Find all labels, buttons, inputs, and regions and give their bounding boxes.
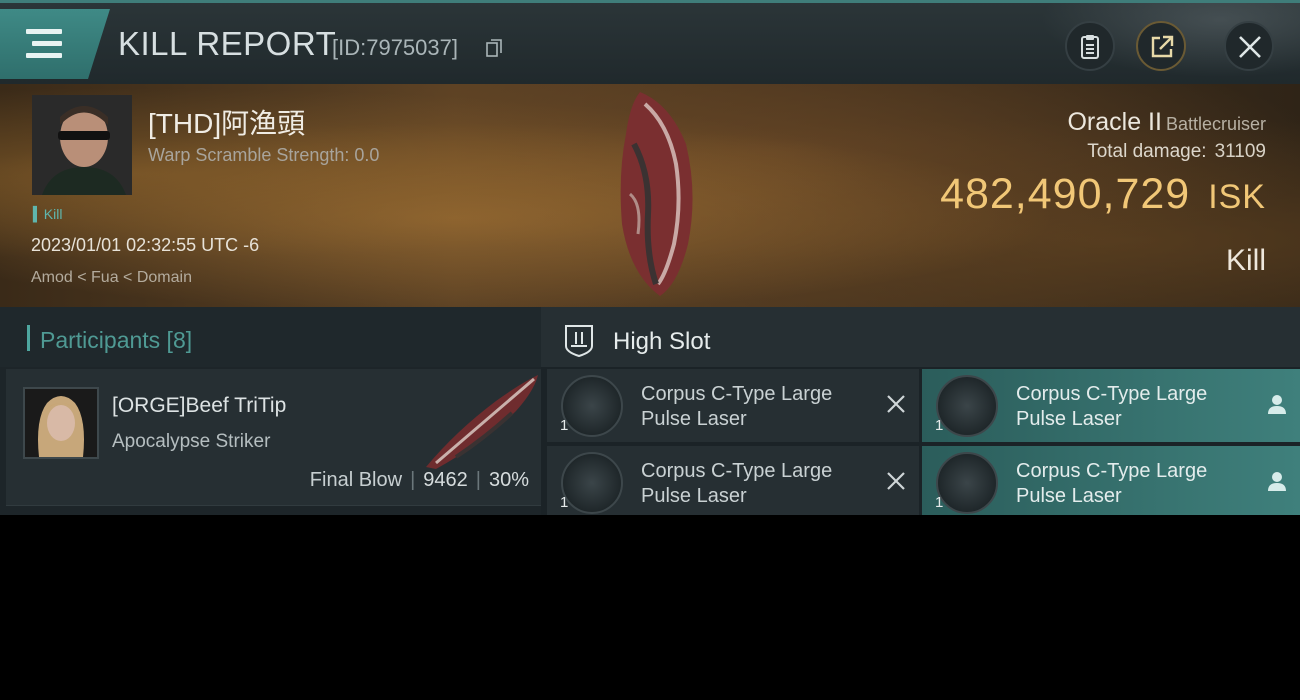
pulse-laser-icon (561, 452, 623, 514)
warp-scramble-strength: Warp Scramble Strength: 0.0 (148, 145, 380, 165)
participant-ship: Apocalypse Striker (112, 431, 271, 452)
share-icon (1151, 35, 1174, 58)
total-damage-label: Total damage: (1087, 141, 1207, 162)
close-icon (887, 472, 905, 490)
kill-location[interactable]: Amod < Fua < Domain (31, 269, 192, 287)
victim-portrait[interactable] (32, 95, 132, 195)
page-title: KILL REPORT (118, 25, 337, 62)
participant-ship-image (426, 375, 538, 469)
pulse-laser-icon (936, 452, 998, 514)
module-quantity: 1 (935, 494, 944, 511)
victim-ship-image (620, 92, 693, 296)
victim-pilot-name[interactable]: [THD]阿渔頭 (148, 102, 305, 142)
header-accent (27, 325, 30, 351)
final-blow-label: Final Blow (309, 469, 403, 491)
module-quantity: 1 (560, 417, 569, 434)
isk-unit: ISK (1208, 178, 1266, 216)
victim-ship[interactable]: Oracle II Battlecruiser (1067, 108, 1266, 137)
participants-header: Participants [8] (0, 307, 541, 367)
high-slot-panel: High Slot 1 Corpus C-Type Large Pulse La… (541, 307, 1300, 515)
hamburger-icon (26, 29, 62, 59)
pulse-laser-icon (561, 375, 623, 437)
kill-report-window: KILL REPORT [ID:7975037] [THD]阿渔頭 Warp S… (0, 0, 1300, 515)
kill-tag: ▍Kill (33, 206, 63, 222)
ship-class: Battlecruiser (1165, 114, 1266, 134)
ship-name: Oracle II (1067, 108, 1162, 136)
module-name: Corpus C-Type Large Pulse Laser (1016, 460, 1208, 507)
person-icon (1268, 395, 1286, 414)
module-quantity: 1 (935, 417, 944, 434)
copy-icon[interactable] (486, 39, 502, 57)
module-item[interactable]: 1 Corpus C-Type Large Pulse Laser (922, 369, 1300, 442)
participant-row[interactable]: [ORGE]Beef TriTip Apocalypse Striker Fin… (6, 369, 541, 506)
participant-damage: 9462 (423, 469, 468, 491)
menu-button[interactable] (0, 9, 110, 79)
kill-datetime: 2023/01/01 02:32:55 UTC -6 (31, 235, 260, 255)
clipboard-icon (1081, 35, 1099, 59)
total-damage-value: 31109 (1214, 141, 1266, 162)
module-item[interactable]: 1 Corpus C-Type Large Pulse Laser (547, 446, 919, 515)
isk-value: 482,490,729 ISK (940, 170, 1266, 219)
total-damage: Total damage: 31109 (1087, 141, 1266, 163)
participants-title: Participants [8] (40, 327, 193, 353)
victim-banner: [THD]阿渔頭 Warp Scramble Strength: 0.0 ▍Ki… (0, 84, 1300, 307)
report-id: [ID:7975037] (332, 35, 458, 60)
pulse-laser-icon (936, 375, 998, 437)
module-name: Corpus C-Type Large Pulse Laser (1016, 383, 1208, 430)
kill-type: Kill (1225, 244, 1266, 277)
isk-amount: 482,490,729 (940, 170, 1191, 218)
module-name: Corpus C-Type Large Pulse Laser (641, 383, 833, 430)
header-bar: KILL REPORT [ID:7975037] (0, 0, 1300, 87)
high-slot-icon (565, 325, 593, 358)
participant-name: [ORGE]Beef TriTip (112, 394, 287, 417)
close-icon (1239, 36, 1261, 58)
module-quantity: 1 (560, 494, 569, 511)
participant-stats: Final Blow | 9462 | 30% (309, 469, 529, 491)
module-item[interactable]: 1 Corpus C-Type Large Pulse Laser (922, 446, 1300, 515)
participant-percent: 30% (488, 469, 529, 491)
module-name: Corpus C-Type Large Pulse Laser (641, 460, 833, 507)
participant-avatar[interactable] (23, 387, 99, 459)
clipboard-button[interactable] (1065, 21, 1115, 71)
share-button[interactable] (1136, 21, 1186, 71)
close-icon (887, 395, 905, 413)
participant-avatar-image (25, 389, 97, 457)
close-button[interactable] (1224, 21, 1274, 71)
pilot-avatar-image (32, 95, 132, 195)
module-item[interactable]: 1 Corpus C-Type Large Pulse Laser (547, 369, 919, 442)
high-slot-title: High Slot (613, 328, 711, 355)
participants-panel: Participants [8] [ORGE]Beef TriTip Apoca… (0, 307, 541, 515)
high-slot-header: High Slot (541, 307, 1300, 367)
person-icon (1268, 472, 1286, 491)
